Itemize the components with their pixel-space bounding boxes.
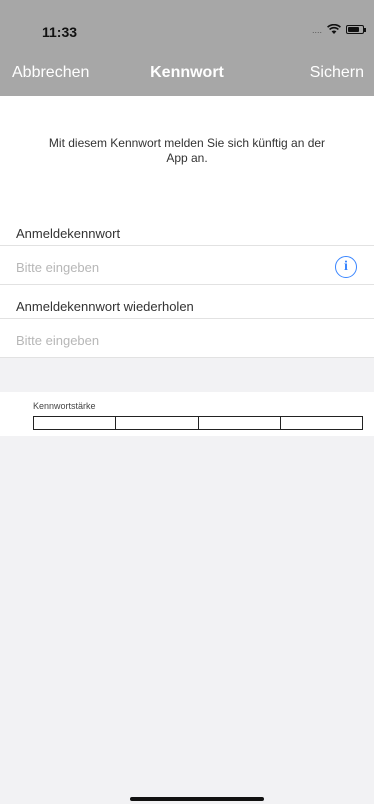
app-header: 11:33 .... Abbrechen Kennwort Sichern	[0, 0, 374, 96]
divider	[0, 357, 374, 358]
repeat-password-input[interactable]	[16, 331, 330, 349]
strength-segment	[34, 417, 117, 429]
divider	[0, 284, 374, 285]
password-form: Anmeldekennwort i Anmeldekennwort wieder…	[0, 212, 374, 358]
info-text: Mit diesem Kennwort melden Sie sich künf…	[48, 136, 326, 165]
password-label: Anmeldekennwort	[16, 226, 121, 241]
divider	[0, 245, 374, 246]
battery-icon	[346, 25, 366, 34]
home-indicator[interactable]	[130, 797, 264, 801]
repeat-password-label: Anmeldekennwort wiederholen	[16, 299, 194, 314]
status-time: 11:33	[42, 24, 78, 40]
status-icons: ....	[311, 24, 366, 35]
strength-segment	[116, 417, 199, 429]
signal-icon: ....	[311, 24, 322, 35]
strength-segment	[199, 417, 281, 429]
divider	[0, 318, 374, 319]
save-button[interactable]: Sichern	[310, 64, 364, 82]
info-block: Mit diesem Kennwort melden Sie sich künf…	[0, 96, 374, 212]
strength-segment	[281, 417, 362, 429]
password-input[interactable]	[16, 258, 330, 276]
wifi-icon	[327, 24, 341, 34]
info-icon[interactable]: i	[335, 256, 357, 278]
password-strength-meter	[33, 416, 363, 430]
strength-label: Kennwortstärke	[33, 401, 96, 411]
